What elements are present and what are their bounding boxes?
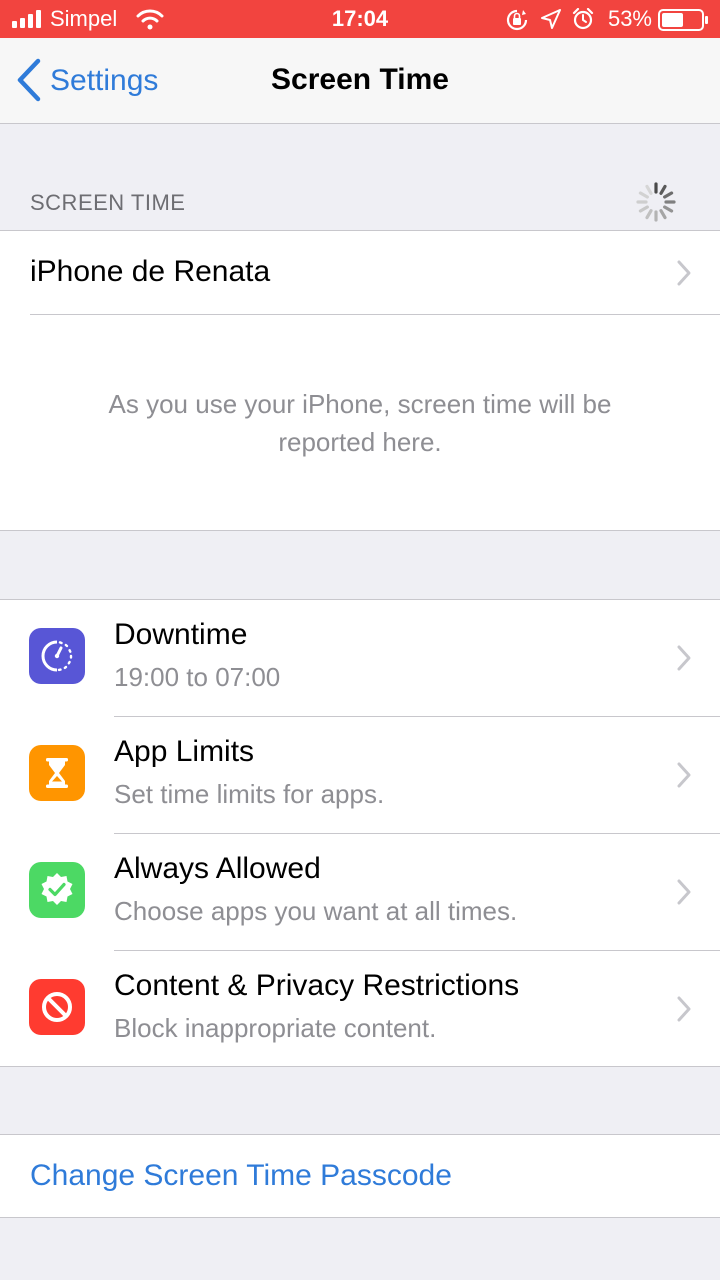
status-bar: Simpel 17:04 53%: [0, 0, 720, 38]
always-allowed-row[interactable]: Always Allowed Choose apps you want at a…: [0, 834, 720, 951]
row-separator: [30, 314, 720, 315]
hourglass-icon: [29, 745, 85, 801]
downtime-row[interactable]: Downtime 19:00 to 07:00: [0, 600, 720, 717]
always-allowed-description: Choose apps you want at all times.: [114, 896, 518, 926]
chevron-right-icon: [677, 645, 691, 671]
downtime-schedule: 19:00 to 07:00: [114, 662, 281, 692]
content-privacy-title: Content & Privacy Restrictions: [114, 969, 520, 1002]
section-header-label: SCREEN TIME: [30, 190, 186, 215]
downtime-icon: [29, 628, 85, 684]
downtime-title: Downtime: [114, 618, 248, 651]
app-limits-description: Set time limits for apps.: [114, 779, 385, 809]
prohibited-icon: [29, 979, 85, 1035]
navigation-bar: Settings Screen Time: [0, 38, 720, 124]
chevron-right-icon: [677, 260, 691, 286]
app-limits-row[interactable]: App Limits Set time limits for apps.: [0, 717, 720, 834]
section-header: SCREEN TIME: [0, 124, 720, 230]
location-icon: [541, 9, 561, 29]
device-row[interactable]: iPhone de Renata: [0, 231, 720, 314]
features-card: Downtime 19:00 to 07:00 App Limits Set t…: [0, 599, 720, 1067]
page-title: Screen Time: [271, 63, 449, 96]
chevron-right-icon: [677, 996, 691, 1022]
always-allowed-title: Always Allowed: [114, 852, 321, 885]
content-privacy-description: Block inappropriate content.: [114, 1013, 437, 1043]
screen-time-card: iPhone de Renata As you use your iPhone,…: [0, 230, 720, 531]
alarm-icon: [572, 8, 594, 30]
battery-percentage: 53%: [607, 6, 652, 31]
checkmark-badge-icon: [29, 862, 85, 918]
chevron-right-icon: [677, 762, 691, 788]
passcode-card: Change Screen Time Passcode: [0, 1134, 720, 1218]
change-passcode-button[interactable]: Change Screen Time Passcode: [30, 1159, 452, 1193]
device-name: iPhone de Renata: [30, 255, 271, 288]
usage-report-note: As you use your iPhone, screen time will…: [108, 389, 612, 457]
app-limits-title: App Limits: [114, 735, 255, 768]
battery-icon: [658, 9, 708, 31]
orientation-lock-icon: [506, 9, 528, 31]
chevron-right-icon: [677, 879, 691, 905]
loading-spinner-icon: [636, 182, 676, 222]
content-privacy-row[interactable]: Content & Privacy Restrictions Block ina…: [0, 951, 720, 1068]
